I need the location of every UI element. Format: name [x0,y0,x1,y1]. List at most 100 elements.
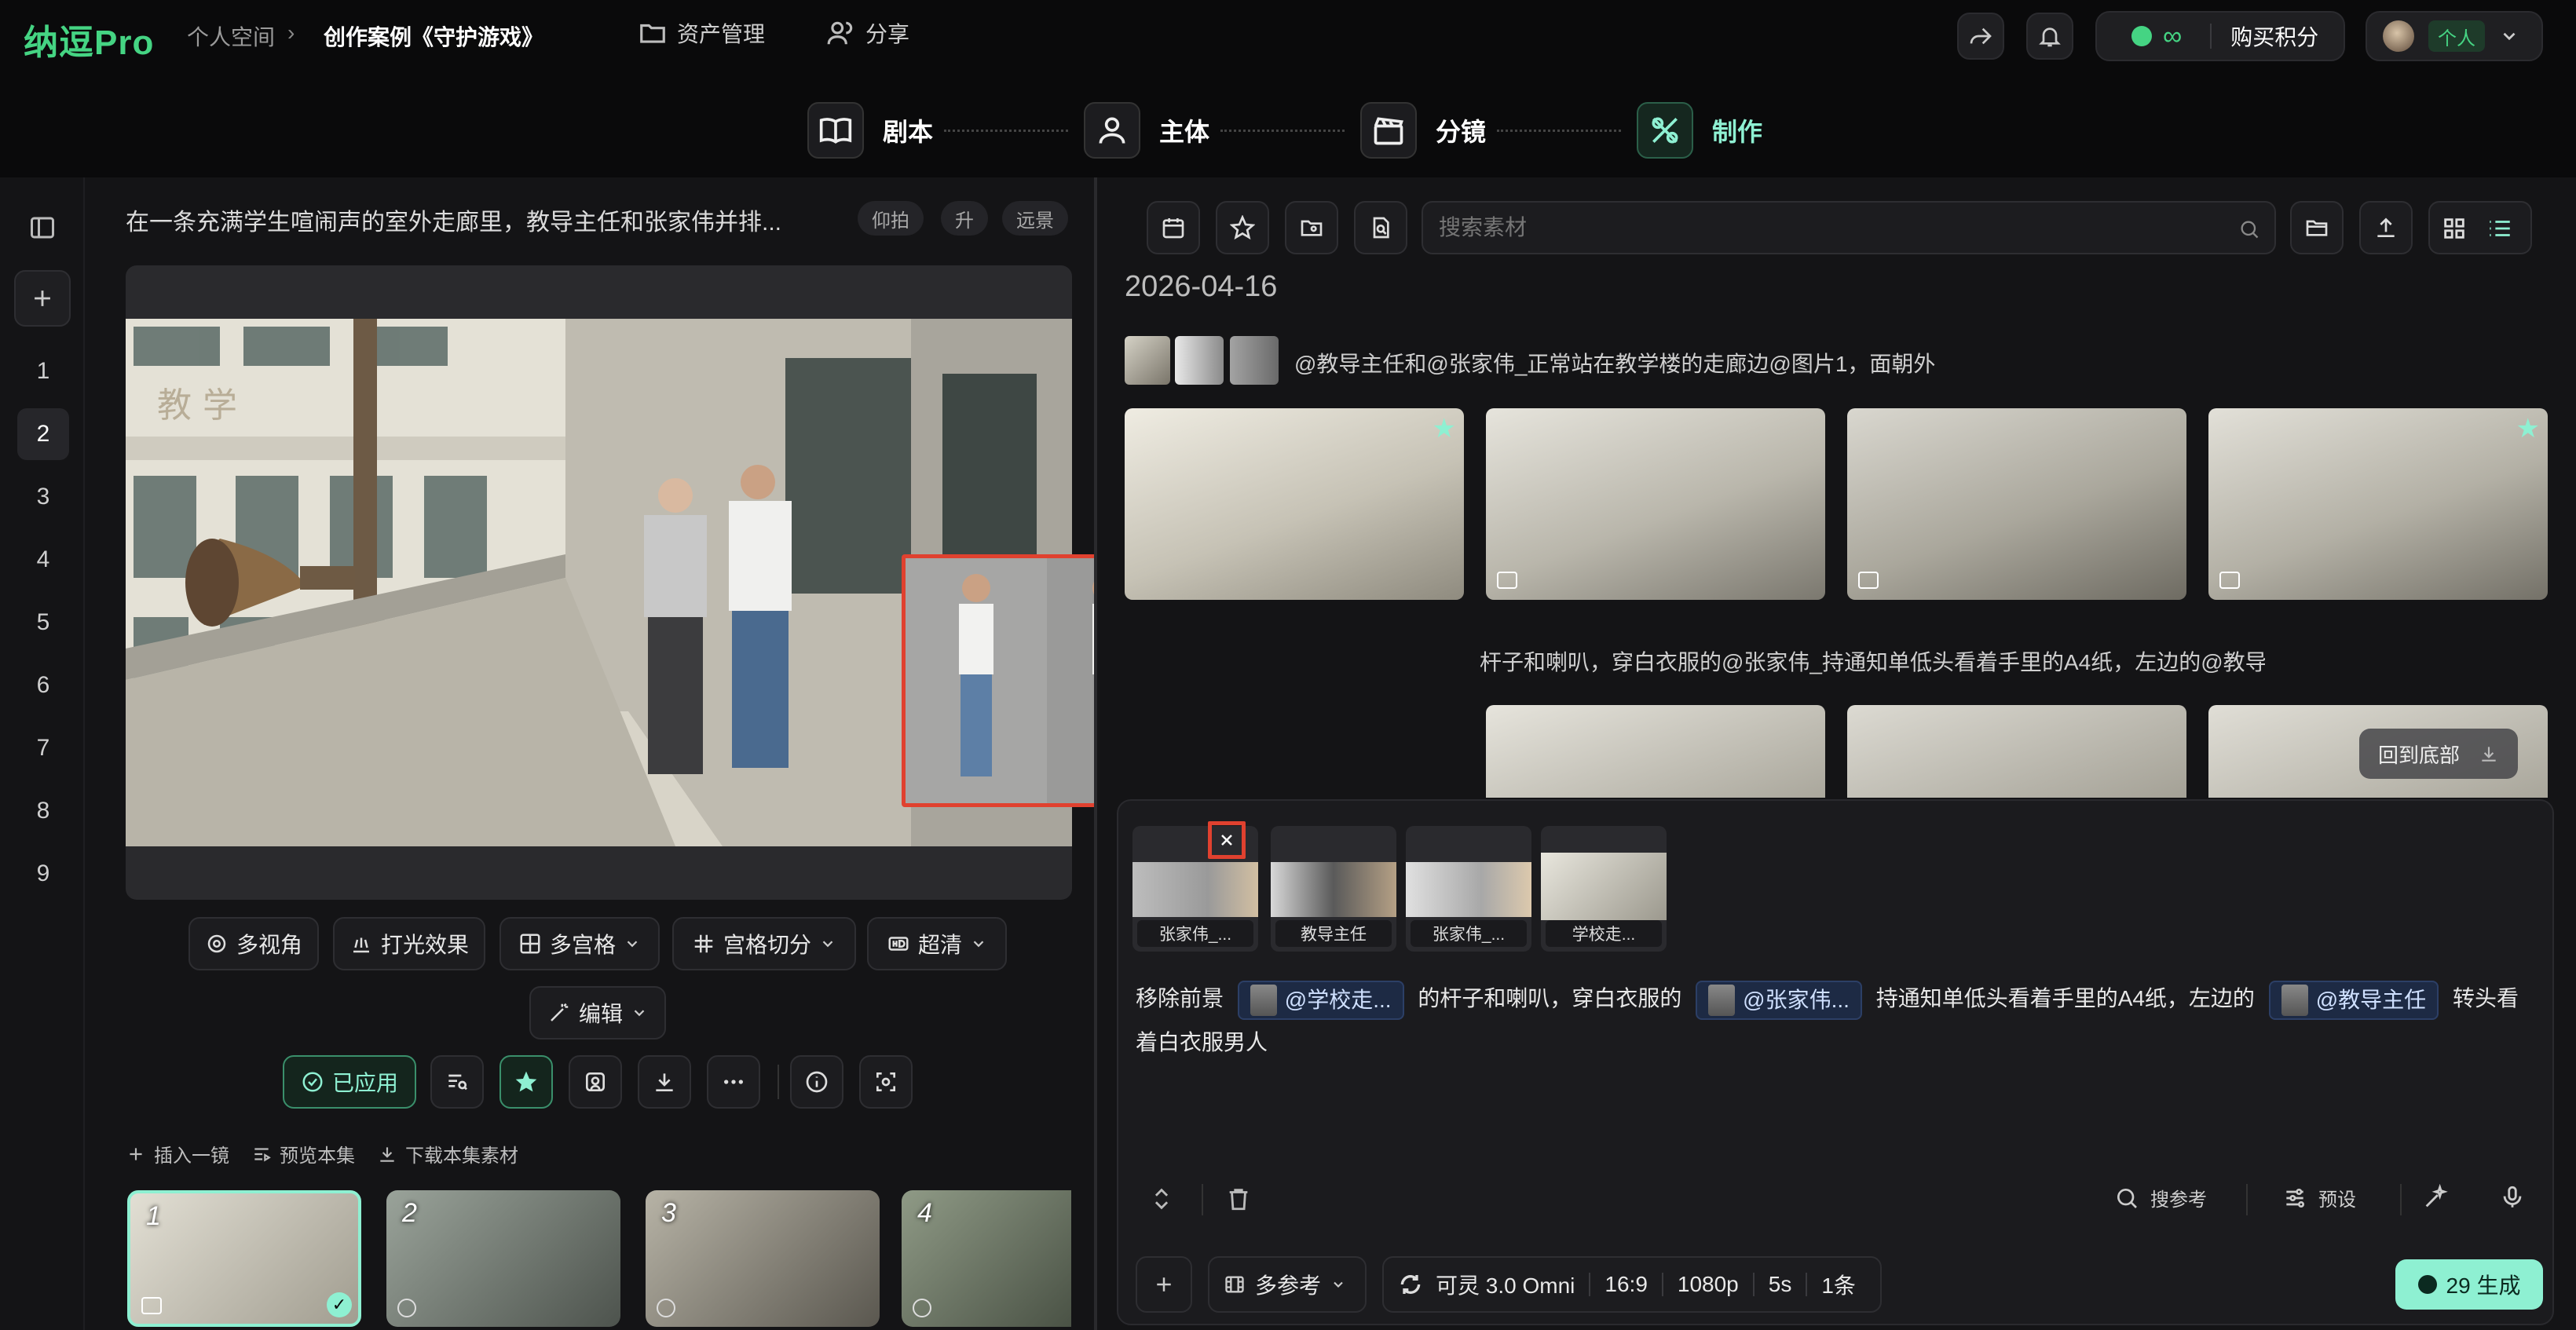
favorite-filter-button[interactable] [1216,201,1269,254]
composer-prompt[interactable]: 移除前景 @学校走... 的杆子和喇叭，穿白衣服的 @张家伟... 持通知单低头… [1136,977,2534,1065]
search-reference-button[interactable]: 搜参考 [2114,1184,2207,1211]
shot-number-5[interactable]: 5 [17,597,69,649]
add-reference-button[interactable] [1136,1256,1192,1313]
doc-search-button[interactable] [1354,201,1407,254]
grid-cut-dropdown[interactable]: 宫格切分 [672,917,856,970]
generated-image[interactable] [1847,408,2186,600]
breadcrumb-root[interactable]: 个人空间 [187,20,275,52]
shot-prompt[interactable]: 在一条充满学生喧闹声的室外走廊里，教导主任和张家伟并排... [126,203,832,237]
chevron-down-icon [973,941,984,948]
search-input[interactable] [1439,214,2193,242]
info-button[interactable] [790,1055,843,1109]
compare-button[interactable] [430,1055,484,1109]
tools-icon [1637,102,1693,159]
chevron-down-icon [627,941,638,948]
step-subject[interactable]: 主体 [1084,102,1209,159]
more-button[interactable] [707,1055,760,1109]
step-script[interactable]: 剧本 [807,102,933,159]
hd-dropdown[interactable]: 超清 [867,917,1007,970]
plus-icon [1157,1277,1171,1292]
preview-episode-link[interactable]: 预览本集 [251,1140,355,1167]
shot-number-7[interactable]: 7 [17,722,69,774]
trash-icon[interactable] [1225,1186,1252,1212]
shot-number-9[interactable]: 9 [17,848,69,900]
favorite-button[interactable] [499,1055,553,1109]
credits-pill[interactable]: ∞ 购买积分 [2095,11,2345,61]
buy-credits-button[interactable]: 购买积分 [2230,20,2318,52]
calendar-icon [1162,218,1184,239]
grid-view-icon[interactable] [2441,215,2468,242]
shot-number-6[interactable]: 6 [17,660,69,711]
step-production[interactable]: 制作 [1637,102,1762,159]
share-link[interactable]: 分享 [826,17,909,49]
users-icon [827,21,853,45]
insert-shot-link[interactable]: 插入一镜 [126,1140,229,1167]
upload-button[interactable] [2359,201,2413,254]
search-box[interactable] [1422,201,2276,254]
shot-number-2[interactable]: 2 [17,408,69,460]
shot-thumbnail[interactable]: 3 [646,1190,880,1327]
app-logo[interactable]: 纳逗Pro [24,14,154,64]
lighting-button[interactable]: 打光效果 [333,917,485,970]
reference-chip[interactable]: 教导主任 [1271,826,1396,952]
generated-image[interactable]: ★ [1125,408,1464,600]
account-menu[interactable]: 个人 [2366,11,2543,61]
microphone-icon[interactable] [2499,1184,2526,1211]
generated-image[interactable] [1847,705,2186,798]
focus-button[interactable] [859,1055,913,1109]
mention-chip[interactable]: @张家伟... [1696,980,1862,1020]
shot-number-4[interactable]: 4 [17,534,69,586]
close-icon [1221,835,1232,846]
remove-reference-button[interactable] [1208,821,1246,859]
list-search-icon [448,1074,467,1091]
notifications-button[interactable] [2026,13,2073,60]
applied-button[interactable]: 已应用 [283,1055,416,1109]
shot-thumbnail[interactable]: 2 [386,1190,620,1327]
duration: 5s [1768,1272,1792,1296]
mention-chip[interactable]: @学校走... [1237,980,1404,1020]
reference-chip[interactable]: 张家伟_... [1406,826,1531,952]
list-view-icon[interactable] [2486,215,2513,242]
subject-filter-button[interactable] [1285,201,1338,254]
group-prompt[interactable]: @教导主任和@张家伟_正常站在教学楼的走廊边@图片1，面朝外 [1294,347,1935,378]
prompt-text: 的杆子和喇叭，穿白衣服的 [1418,986,1682,1010]
back-to-bottom-button[interactable]: 回到底部 [2359,729,2519,779]
shot-thumbnail[interactable]: 4 [902,1190,1071,1327]
star-icon: ★ [2516,414,2540,444]
share-button[interactable] [1957,13,2004,60]
multi-grid-dropdown[interactable]: 多宫格 [499,917,660,970]
shot-number-8[interactable]: 8 [17,785,69,837]
check-circle-icon [302,1072,323,1092]
add-shot-button[interactable] [14,270,71,327]
multi-view-button[interactable]: 多视角 [188,917,319,970]
shot-thumbnail[interactable]: 1 ✓ [127,1190,361,1327]
download-episode-link[interactable]: 下载本集素材 [377,1140,518,1167]
person-icon [1084,102,1140,159]
open-folder-button[interactable] [2290,201,2344,254]
download-button[interactable] [638,1055,691,1109]
group-prompt[interactable]: 杆子和喇叭，穿白衣服的@张家伟_持通知单低头看着手里的A4纸，左边的@教导... [1480,645,2265,677]
shot-number-3[interactable]: 3 [17,471,69,523]
assets-link[interactable]: 资产管理 [638,17,765,49]
camera-tag: 远景 [1002,201,1068,236]
generated-image[interactable]: ★ [2208,408,2548,600]
mention-chip[interactable]: @教导主任 [2268,980,2439,1020]
generate-button[interactable]: 29 生成 [2395,1259,2543,1310]
save-subject-button[interactable] [569,1055,622,1109]
preset-button[interactable]: 预设 [2282,1184,2356,1211]
generated-image[interactable] [1486,705,1825,798]
shot-number-1[interactable]: 1 [17,345,69,397]
sparkle-icon[interactable] [2422,1184,2449,1211]
reference-mode-dropdown[interactable]: 多参考 [1208,1256,1367,1313]
expand-icon[interactable] [1148,1186,1175,1212]
step-storyboard[interactable]: 分镜 [1360,102,1486,159]
reference-chip[interactable]: 学校走... [1541,826,1667,952]
calendar-filter-button[interactable] [1147,201,1200,254]
edit-dropdown[interactable]: 编辑 [529,986,666,1040]
resolution: 1080p [1677,1272,1739,1296]
sidebar-toggle-icon[interactable] [28,214,57,242]
mention-thumb [2281,984,2308,1016]
generated-image[interactable] [1486,408,1825,600]
upload-icon [2377,217,2395,237]
model-settings[interactable]: 可灵 3.0 Omni 16:9 1080p 5s 1条 [1382,1256,1882,1313]
